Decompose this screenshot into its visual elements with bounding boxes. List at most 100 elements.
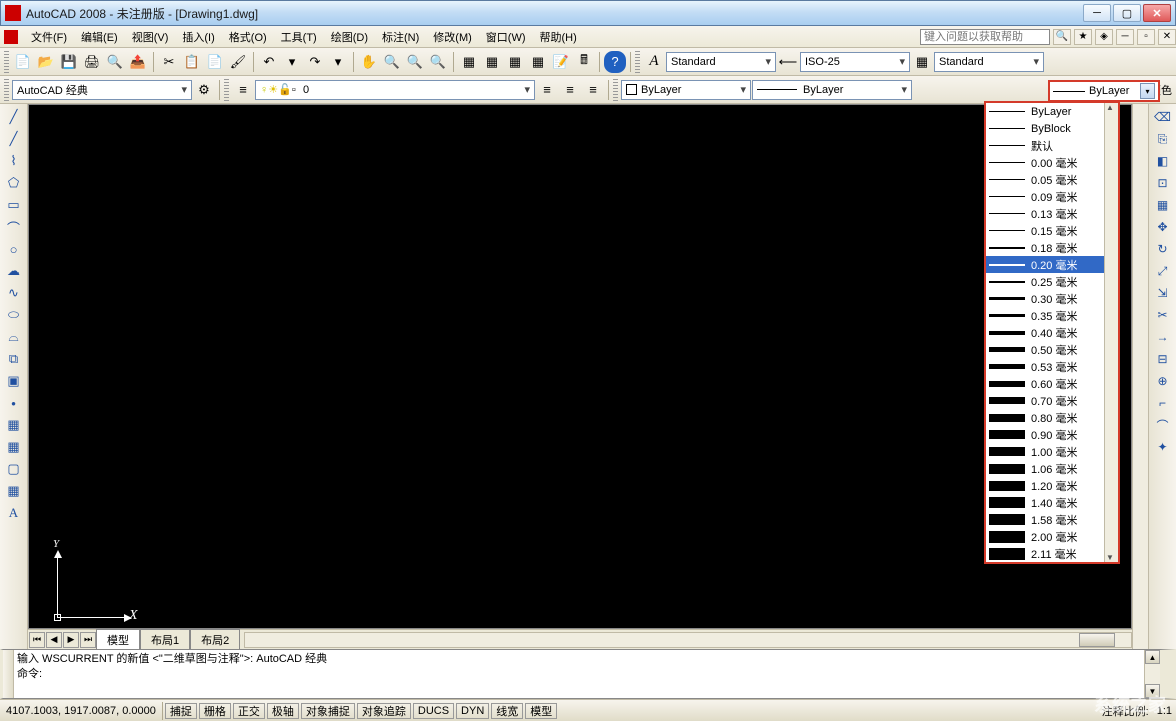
favorites-button[interactable]: ★ [1074,29,1092,45]
comm-center-button[interactable]: ◈ [1095,29,1113,45]
lineweight-option[interactable]: 默认 [986,137,1118,154]
workspace-grip[interactable] [4,79,9,101]
menu-tools[interactable]: 工具(T) [274,27,324,47]
lineweight-option[interactable]: 0.35 毫米 [986,307,1118,324]
maximize-button[interactable]: ▢ [1113,4,1141,22]
lineweight-option[interactable]: 1.40 毫米 [986,494,1118,511]
menu-draw[interactable]: 绘图(D) [324,27,375,47]
arc-tool[interactable]: ⌒ [3,217,25,237]
redo-dropdown[interactable]: ▾ [327,51,349,73]
search-help-button[interactable]: 🔍 [1053,29,1071,45]
mirror-tool[interactable]: ◧ [1152,151,1174,171]
spline-tool[interactable]: ∿ [3,283,25,303]
command-line[interactable]: 输入 WSCURRENT 的新值 <"二维草图与注释">: AutoCAD 经典… [0,649,1176,699]
layer-combo[interactable]: ♀☀🔓▫ 0▾ [255,80,535,100]
explode-tool[interactable]: ✦ [1152,437,1174,457]
construction-line-tool[interactable]: ╱ [3,129,25,149]
layer-properties-button[interactable]: ≡ [232,79,254,101]
tool-palettes-button[interactable]: ▦ [504,51,526,73]
circle-tool[interactable]: ○ [3,239,25,259]
lineweight-option[interactable]: 2.11 毫米 [986,545,1118,562]
lineweight-option[interactable]: ByBlock [986,120,1118,137]
join-tool[interactable]: ⊕ [1152,371,1174,391]
open-button[interactable]: 📂 [35,51,57,73]
insert-block-tool[interactable]: ⧉ [3,349,25,369]
markup-button[interactable]: 📝 [550,51,572,73]
layer-match-button[interactable]: ≡ [582,79,604,101]
zoom-realtime-button[interactable]: 🔍 [381,51,403,73]
styles-grip[interactable] [635,51,640,73]
color-combo[interactable]: ByLayer▾ [621,80,751,100]
extend-tool[interactable]: → [1152,327,1174,347]
ortho-toggle[interactable]: 正交 [233,703,265,719]
lineweight-option[interactable]: 0.40 毫米 [986,324,1118,341]
help-button[interactable]: ? [604,51,626,73]
lineweight-option[interactable]: 0.80 毫米 [986,409,1118,426]
menu-insert[interactable]: 插入(I) [175,27,221,47]
tab-prev-button[interactable]: ◀ [46,632,62,648]
new-button[interactable]: 📄 [12,51,34,73]
rectangle-tool[interactable]: ▭ [3,195,25,215]
rotate-tool[interactable]: ↻ [1152,239,1174,259]
lineweight-scrollbar[interactable] [1104,103,1118,562]
fillet-tool[interactable]: ⌒ [1152,415,1174,435]
menu-format[interactable]: 格式(O) [222,27,274,47]
lineweight-option[interactable]: 0.50 毫米 [986,341,1118,358]
offset-tool[interactable]: ⊡ [1152,173,1174,193]
close-button[interactable]: ✕ [1143,4,1171,22]
properties-button[interactable]: ▦ [458,51,480,73]
pan-button[interactable]: ✋ [358,51,380,73]
lineweight-option[interactable]: 0.18 毫米 [986,239,1118,256]
publish-button[interactable]: 📤 [127,51,149,73]
copy-tool[interactable]: ⎘ [1152,129,1174,149]
zoom-previous-button[interactable]: 🔍 [427,51,449,73]
lineweight-combo[interactable]: ByLayer▾ [1048,80,1160,102]
undo-button[interactable]: ↶ [258,51,280,73]
print-button[interactable]: 🖨 [81,51,103,73]
text-style-combo[interactable]: Standard▾ [666,52,776,72]
menu-view[interactable]: 视图(V) [125,27,176,47]
lineweight-option[interactable]: 2.00 毫米 [986,528,1118,545]
dim-style-icon[interactable]: ⟵ [777,51,799,73]
tab-next-button[interactable]: ▶ [63,632,79,648]
layers-grip[interactable] [224,79,229,101]
doc-minimize-button[interactable]: ─ [1116,29,1134,45]
make-block-tool[interactable]: ▣ [3,371,25,391]
polyline-tool[interactable]: ⌇ [3,151,25,171]
lineweight-dropdown[interactable]: ByLayerByBlock默认0.00 毫米0.05 毫米0.09 毫米0.1… [984,101,1120,564]
lineweight-option[interactable]: 0.25 毫米 [986,273,1118,290]
polar-toggle[interactable]: 极轴 [267,703,299,719]
lineweight-option[interactable]: 0.70 毫米 [986,392,1118,409]
lwt-toggle[interactable]: 线宽 [491,703,523,719]
text-style-icon[interactable]: A [643,51,665,73]
zoom-window-button[interactable]: 🔍 [404,51,426,73]
tab-first-button[interactable]: ⏮ [29,632,45,648]
menu-modify[interactable]: 修改(M) [426,27,479,47]
command-grip[interactable] [3,650,14,698]
table-tool[interactable]: ▦ [3,481,25,501]
point-tool[interactable]: • [3,393,25,413]
trim-tool[interactable]: ✂ [1152,305,1174,325]
redo-button[interactable]: ↷ [304,51,326,73]
line-tool[interactable]: ╱ [3,107,25,127]
lineweight-option[interactable]: 0.05 毫米 [986,171,1118,188]
lineweight-option[interactable]: 1.58 毫米 [986,511,1118,528]
ellipse-tool[interactable]: ⬭ [3,305,25,325]
minimize-button[interactable]: ─ [1083,4,1111,22]
save-button[interactable]: 💾 [58,51,80,73]
lineweight-option[interactable]: 0.13 毫米 [986,205,1118,222]
copy-button[interactable]: 📋 [181,51,203,73]
region-tool[interactable]: ▢ [3,459,25,479]
tab-model[interactable]: 模型 [96,629,140,650]
ellipse-arc-tool[interactable]: ⌓ [3,327,25,347]
revision-cloud-tool[interactable]: ☁ [3,261,25,281]
menu-edit[interactable]: 编辑(E) [74,27,125,47]
lineweight-option[interactable]: 0.90 毫米 [986,426,1118,443]
table-style-combo[interactable]: Standard▾ [934,52,1044,72]
model-space-viewport[interactable]: Y X [28,104,1132,629]
hatch-tool[interactable]: ▦ [3,415,25,435]
vertical-scrollbar[interactable] [1132,104,1148,649]
doc-restore-button[interactable]: ▫ [1137,29,1155,45]
linetype-combo[interactable]: ByLayer▾ [752,80,912,100]
match-properties-button[interactable]: 🖌 [227,51,249,73]
